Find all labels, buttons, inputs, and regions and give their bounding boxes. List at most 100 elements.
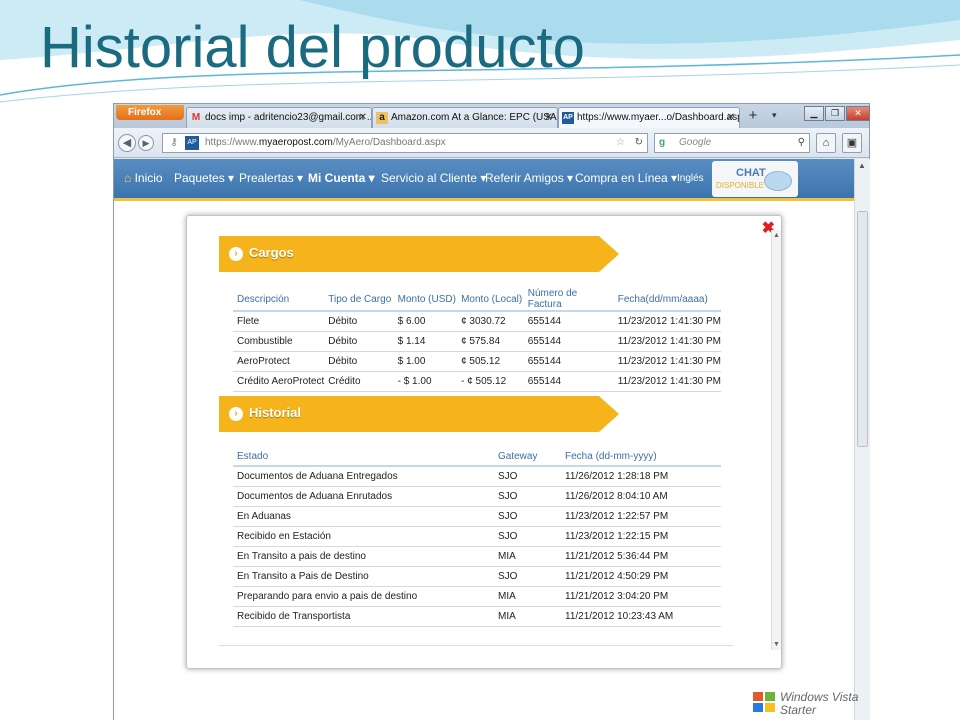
cell: $ 6.00	[393, 311, 458, 332]
cell: Recibido de Transportista	[233, 606, 494, 627]
slide-title: Historial del producto	[40, 15, 585, 80]
close-window-icon[interactable]: ✕	[846, 106, 870, 121]
cell: - ¢ 505.12	[457, 371, 524, 392]
firefox-menu-button[interactable]: Firefox	[116, 105, 184, 120]
cell: SJO	[494, 466, 561, 487]
tab-list-chevron-icon[interactable]: ▾	[772, 110, 777, 121]
site-identity-icon[interactable]: AP	[185, 136, 199, 150]
chat-button[interactable]: CHAT DISPONIBLE	[712, 161, 798, 197]
cell: Débito	[324, 351, 394, 372]
address-bar[interactable]: ⚷ AP https://www.myaeropost.com/MyAero/D…	[162, 133, 648, 153]
back-arrow-icon[interactable]: ◀	[118, 134, 136, 152]
cell: Recibido en Estación	[233, 526, 494, 547]
cell: En Transito a pais de destino	[233, 546, 494, 567]
cell: - $ 1.00	[393, 371, 458, 392]
historial-table: Estado Gateway Fecha (dd-mm-yyyy) Docume…	[233, 447, 721, 627]
cell: 11/23/2012 1:41:30 PM	[613, 351, 721, 372]
table-row: Combustible Débito $ 1.14 ¢ 575.84 65514…	[233, 331, 721, 352]
nav-item-paquetes[interactable]: Paquetes ▾	[174, 171, 234, 185]
maximize-icon[interactable]: ❐	[825, 106, 845, 121]
table-row: Documentos de Aduana Entregados SJO 11/26/…	[233, 466, 721, 487]
column-header: Monto (USD)	[393, 288, 458, 312]
cargos-section-header: › Cargos	[219, 236, 619, 272]
nav-item-ingles[interactable]: Inglés	[677, 173, 704, 184]
cell: ¢ 3030.72	[457, 311, 524, 332]
site-navigation: ⌂ Inicio Paquetes ▾ Prealertas ▾ Mi Cuen…	[114, 159, 854, 201]
table-row: Recibido en Estación SJO 11/23/2012 1:22:1…	[233, 526, 721, 547]
search-placeholder: Google	[679, 137, 712, 148]
cell: SJO	[494, 526, 561, 547]
cell: SJO	[494, 506, 561, 527]
cell: Documentos de Aduana Entregados	[233, 466, 494, 487]
tab-amazon[interactable]: a Amazon.com At a Glance: EPC (USA) ... …	[372, 107, 558, 128]
cell: 11/26/2012 8:04:10 AM	[561, 486, 721, 507]
cell: En Aduanas	[233, 506, 494, 527]
cell: AeroProtect	[233, 351, 325, 372]
cell: MIA	[494, 546, 561, 567]
close-tab-icon[interactable]: ✕	[727, 108, 735, 127]
close-tab-icon[interactable]: ✕	[545, 108, 553, 127]
key-icon: ⚷	[170, 137, 178, 148]
cell: ¢ 575.84	[457, 331, 524, 352]
cell: SJO	[494, 486, 561, 507]
tab-aeropost[interactable]: AP https://www.myaer...o/Dashboard.aspx …	[558, 107, 740, 128]
forward-arrow-icon[interactable]: ▶	[138, 135, 154, 151]
close-tab-icon[interactable]: ✕	[359, 108, 367, 127]
url-path: /MyAero/Dashboard.aspx	[332, 137, 446, 148]
cell: MIA	[494, 586, 561, 607]
scrollbar-thumb[interactable]	[857, 211, 868, 447]
minimize-icon[interactable]: ▁	[804, 106, 824, 121]
nav-item-referir-amigos[interactable]: Referir Amigos ▾	[485, 171, 573, 185]
cell: $ 1.14	[393, 331, 458, 352]
cargos-table: Descripción Tipo de Cargo Monto (USD) Mo…	[233, 288, 721, 392]
cell: 11/26/2012 1:28:18 PM	[561, 466, 721, 487]
cell: 655144	[523, 371, 614, 392]
table-row: Preparando para envio a pais de destino M…	[233, 586, 721, 607]
nav-item-mi-cuenta[interactable]: Mi Cuenta ▾	[308, 171, 375, 185]
historial-section-header: › Historial	[219, 396, 619, 432]
cell: $ 1.00	[393, 351, 458, 372]
navigation-bar: ◀ ▶ ⚷ AP https://www.myaeropost.com/MyAe…	[114, 128, 869, 158]
new-tab-button[interactable]: +	[744, 108, 762, 126]
column-header: Número de Factura	[523, 288, 614, 312]
tab-label: docs imp - adritencio23@gmail.com ...	[205, 112, 372, 123]
search-icon[interactable]: ⚲	[798, 134, 805, 152]
cell: Crédito	[324, 371, 394, 392]
product-history-modal: ✖ › Cargos Descripción Tipo de Cargo Mon…	[186, 215, 782, 669]
nav-item-prealertas[interactable]: Prealertas ▾	[239, 171, 303, 185]
bookmarks-menu-icon[interactable]: ▣	[842, 133, 862, 153]
cell: 655144	[523, 351, 614, 372]
aeropost-icon: AP	[562, 112, 574, 124]
historial-title: Historial	[249, 405, 302, 420]
nav-item-servicio-cliente[interactable]: Servicio al Cliente ▾	[381, 171, 486, 185]
bookmark-star-icon[interactable]: ☆	[616, 134, 625, 152]
cell: 11/23/2012 1:41:30 PM	[613, 311, 721, 332]
column-header: Tipo de Cargo	[324, 288, 394, 312]
page-scrollbar[interactable]: ▲	[854, 159, 870, 720]
cell: ¢ 505.12	[457, 351, 524, 372]
nav-item-compra-en-linea[interactable]: Compra en Línea ▾	[575, 171, 677, 185]
search-input[interactable]: g Google ⚲	[654, 133, 810, 153]
home-icon[interactable]: ⌂	[816, 133, 836, 153]
column-header: Gateway	[494, 447, 561, 467]
table-row: En Transito a pais de destino MIA 11/21/20…	[233, 546, 721, 567]
windows-flag-icon	[753, 692, 775, 712]
reload-icon[interactable]: ↻	[635, 134, 643, 152]
column-header: Descripción	[233, 288, 325, 312]
cell: Débito	[324, 331, 394, 352]
chevron-right-icon: ›	[229, 407, 243, 421]
modal-scrollbar[interactable]: ▲ ▼	[771, 230, 781, 650]
scroll-down-icon[interactable]: ▼	[773, 641, 780, 648]
scroll-up-icon[interactable]: ▲	[858, 161, 866, 170]
cell: Flete	[233, 311, 325, 332]
tab-gmail[interactable]: M docs imp - adritencio23@gmail.com ... …	[186, 107, 372, 128]
table-row: Recibido de Transportista MIA 11/21/2012 1…	[233, 606, 721, 627]
cell: 11/21/2012 10:23:43 AM	[561, 606, 721, 627]
chat-bubble-icon	[764, 171, 792, 191]
browser-window: Firefox M docs imp - adritencio23@gmail.…	[113, 103, 870, 720]
scroll-up-icon[interactable]: ▲	[773, 232, 780, 239]
nav-item-inicio[interactable]: ⌂ Inicio	[124, 171, 163, 185]
cell: 11/21/2012 5:36:44 PM	[561, 546, 721, 567]
table-row: Documentos de Aduana Enrutados SJO 11/26/2…	[233, 486, 721, 507]
home-icon: ⌂	[124, 171, 132, 185]
